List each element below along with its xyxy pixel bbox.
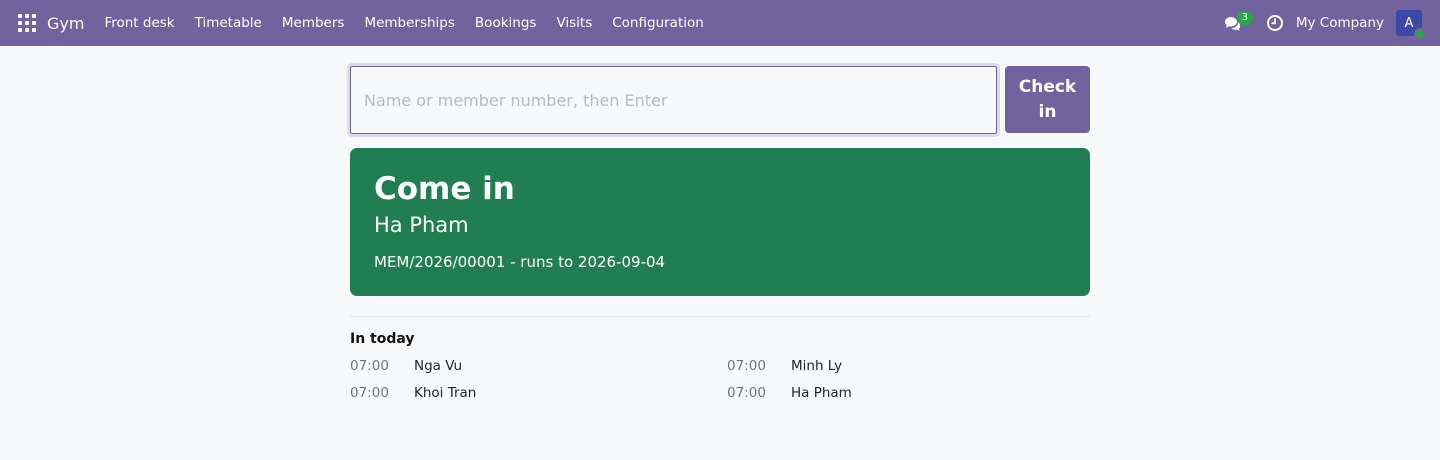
visit-member-name: Minh Ly bbox=[791, 358, 843, 374]
member-search-input[interactable] bbox=[350, 66, 997, 134]
clock-icon[interactable] bbox=[1266, 14, 1284, 32]
online-status-dot bbox=[1414, 28, 1426, 40]
menu-item-visits[interactable]: Visits bbox=[546, 0, 602, 46]
message-count-badge: 3 bbox=[1236, 11, 1253, 25]
visit-time: 07:00 bbox=[727, 385, 766, 401]
top-navbar: Gym Front desk Timetable Members Members… bbox=[0, 0, 1440, 46]
result-title: Come in bbox=[374, 171, 515, 207]
visit-member-name: Nga Vu bbox=[414, 358, 463, 374]
app-brand[interactable]: Gym bbox=[47, 14, 84, 33]
menu-item-bookings[interactable]: Bookings bbox=[465, 0, 547, 46]
visit-member-name: Ha Pham bbox=[791, 385, 852, 401]
result-membership-detail: MEM/2026/00001 - runs to 2026-09-04 bbox=[374, 253, 666, 271]
in-today-heading: In today bbox=[350, 331, 415, 347]
section-divider bbox=[350, 316, 1090, 317]
in-today-list: 07:00 Nga Vu 07:00 Minh Ly 07:00 Khoi Tr… bbox=[350, 357, 1090, 402]
visit-time: 07:00 bbox=[350, 385, 389, 401]
check-in-button[interactable]: Check in bbox=[1005, 66, 1090, 133]
result-member-name: Ha Pham bbox=[374, 213, 469, 237]
visit-time: 07:00 bbox=[727, 358, 766, 374]
apps-grid-icon[interactable] bbox=[18, 14, 36, 32]
menu-item-memberships[interactable]: Memberships bbox=[354, 0, 464, 46]
menu-item-configuration[interactable]: Configuration bbox=[602, 0, 714, 46]
menu-item-timetable[interactable]: Timetable bbox=[185, 0, 272, 46]
checkin-row: Check in bbox=[350, 66, 1090, 134]
list-item: 07:00 Khoi Tran bbox=[350, 384, 727, 402]
navbar-systray: 3 My Company A bbox=[1224, 0, 1440, 46]
front-desk-main: Check in Come in Ha Pham MEM/2026/00001 … bbox=[350, 46, 1090, 402]
main-menu: Front desk Timetable Members Memberships… bbox=[94, 0, 713, 46]
visit-member-name: Khoi Tran bbox=[414, 385, 477, 401]
menu-item-members[interactable]: Members bbox=[272, 0, 355, 46]
messages-button[interactable]: 3 bbox=[1224, 11, 1253, 35]
checkin-result-card: Come in Ha Pham MEM/2026/00001 - runs to… bbox=[350, 148, 1090, 296]
list-item: 07:00 Nga Vu bbox=[350, 357, 727, 375]
company-switcher[interactable]: My Company bbox=[1296, 15, 1384, 31]
avatar-initial: A bbox=[1404, 15, 1414, 31]
list-item: 07:00 Ha Pham bbox=[727, 384, 1090, 402]
menu-item-front-desk[interactable]: Front desk bbox=[94, 0, 184, 46]
list-item: 07:00 Minh Ly bbox=[727, 357, 1090, 375]
user-avatar[interactable]: A bbox=[1396, 10, 1426, 40]
visit-time: 07:00 bbox=[350, 358, 389, 374]
